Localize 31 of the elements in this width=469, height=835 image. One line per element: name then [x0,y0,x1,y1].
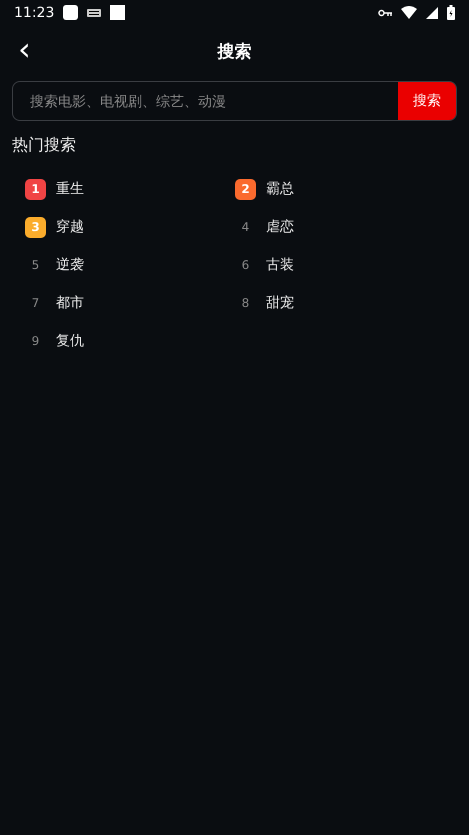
rank-number: 6 [240,258,250,272]
hot-search-item[interactable]: 穿越 [56,218,84,236]
app-notification-icon [110,5,126,20]
page-title: 搜索 [218,40,252,62]
hot-search-item[interactable]: 甜宠 [266,294,294,312]
app-notification-icon [63,5,78,20]
battery-icon [447,5,455,20]
rank-number: 8 [240,296,250,310]
status-time: 11:23 [14,4,54,20]
hot-search-item[interactable]: 逆袭 [56,256,84,274]
rank-badge: 2 [235,178,256,200]
signal-icon [426,6,438,18]
rank-number: 4 [240,220,250,234]
back-button[interactable]: ‹ [12,34,37,64]
search-button[interactable]: 搜索 [398,82,456,120]
hot-search-item[interactable]: 都市 [56,294,84,312]
wifi-icon [401,6,417,19]
hot-search-item[interactable]: 虐恋 [266,218,294,236]
rank-number: 9 [30,334,40,348]
search-field[interactable]: 搜索电影、电视剧、综艺、动漫 搜索 [12,81,457,121]
key-icon [378,8,392,16]
rank-number: 7 [30,296,40,310]
hot-search-item[interactable]: 霸总 [266,180,294,198]
hot-search-item[interactable]: 重生 [56,180,84,198]
section-title: 热门搜索 [12,135,77,156]
rank-badge: 1 [25,178,46,200]
hot-search-item[interactable]: 古装 [266,256,294,274]
rank-number: 5 [30,258,40,272]
rank-badge: 3 [25,216,46,238]
keyboard-icon [87,8,102,16]
hot-search-item[interactable]: 复仇 [56,332,84,350]
